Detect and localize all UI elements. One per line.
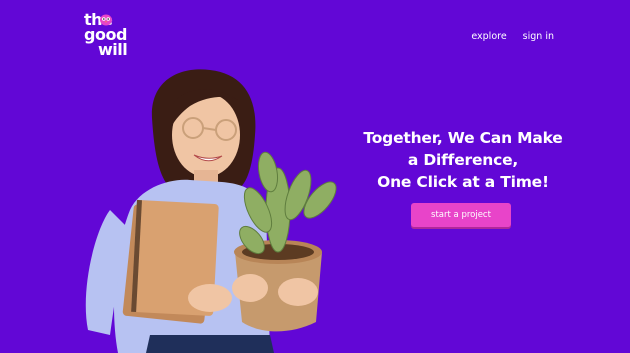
brand-logo[interactable]: the good will — [84, 12, 134, 64]
nav-sign-in-link[interactable]: sign in — [523, 31, 554, 42]
start-project-button[interactable]: start a project — [411, 203, 511, 227]
top-nav: explore sign in — [471, 31, 554, 42]
hero-headline-line2: a Difference, — [407, 151, 519, 169]
hero-woman-with-cactus-image — [85, 69, 337, 353]
hero-headline: Together, We Can Make a Difference, One … — [348, 127, 578, 193]
hero-headline-line1: Together, We Can Make — [363, 129, 563, 147]
logo-text-line3: will — [98, 40, 128, 59]
hero-headline-line3: One Click at a Time! — [377, 173, 549, 191]
owl-icon — [100, 14, 112, 26]
logo-text-line2: good — [84, 25, 127, 44]
nav-explore-link[interactable]: explore — [471, 31, 506, 42]
